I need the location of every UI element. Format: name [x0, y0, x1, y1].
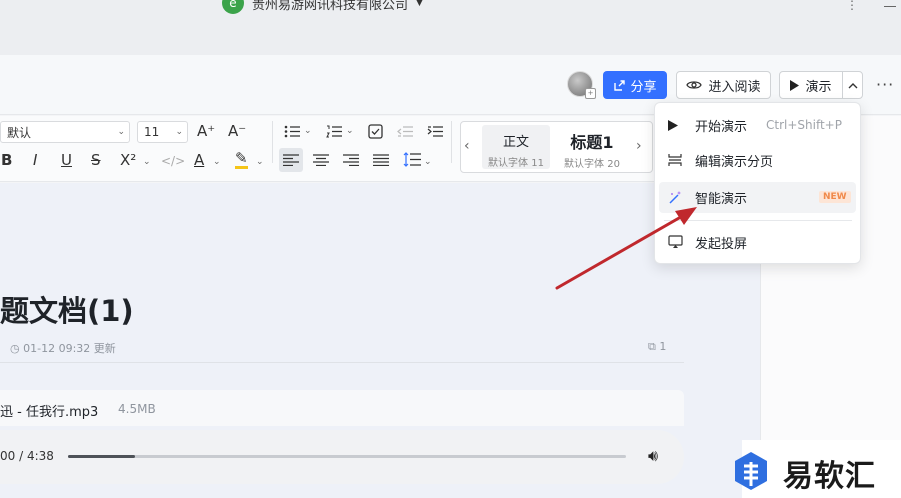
watermark-logo-icon [735, 452, 767, 490]
annotation-arrow [555, 207, 697, 290]
watermark-text: 易软汇 [783, 459, 876, 494]
